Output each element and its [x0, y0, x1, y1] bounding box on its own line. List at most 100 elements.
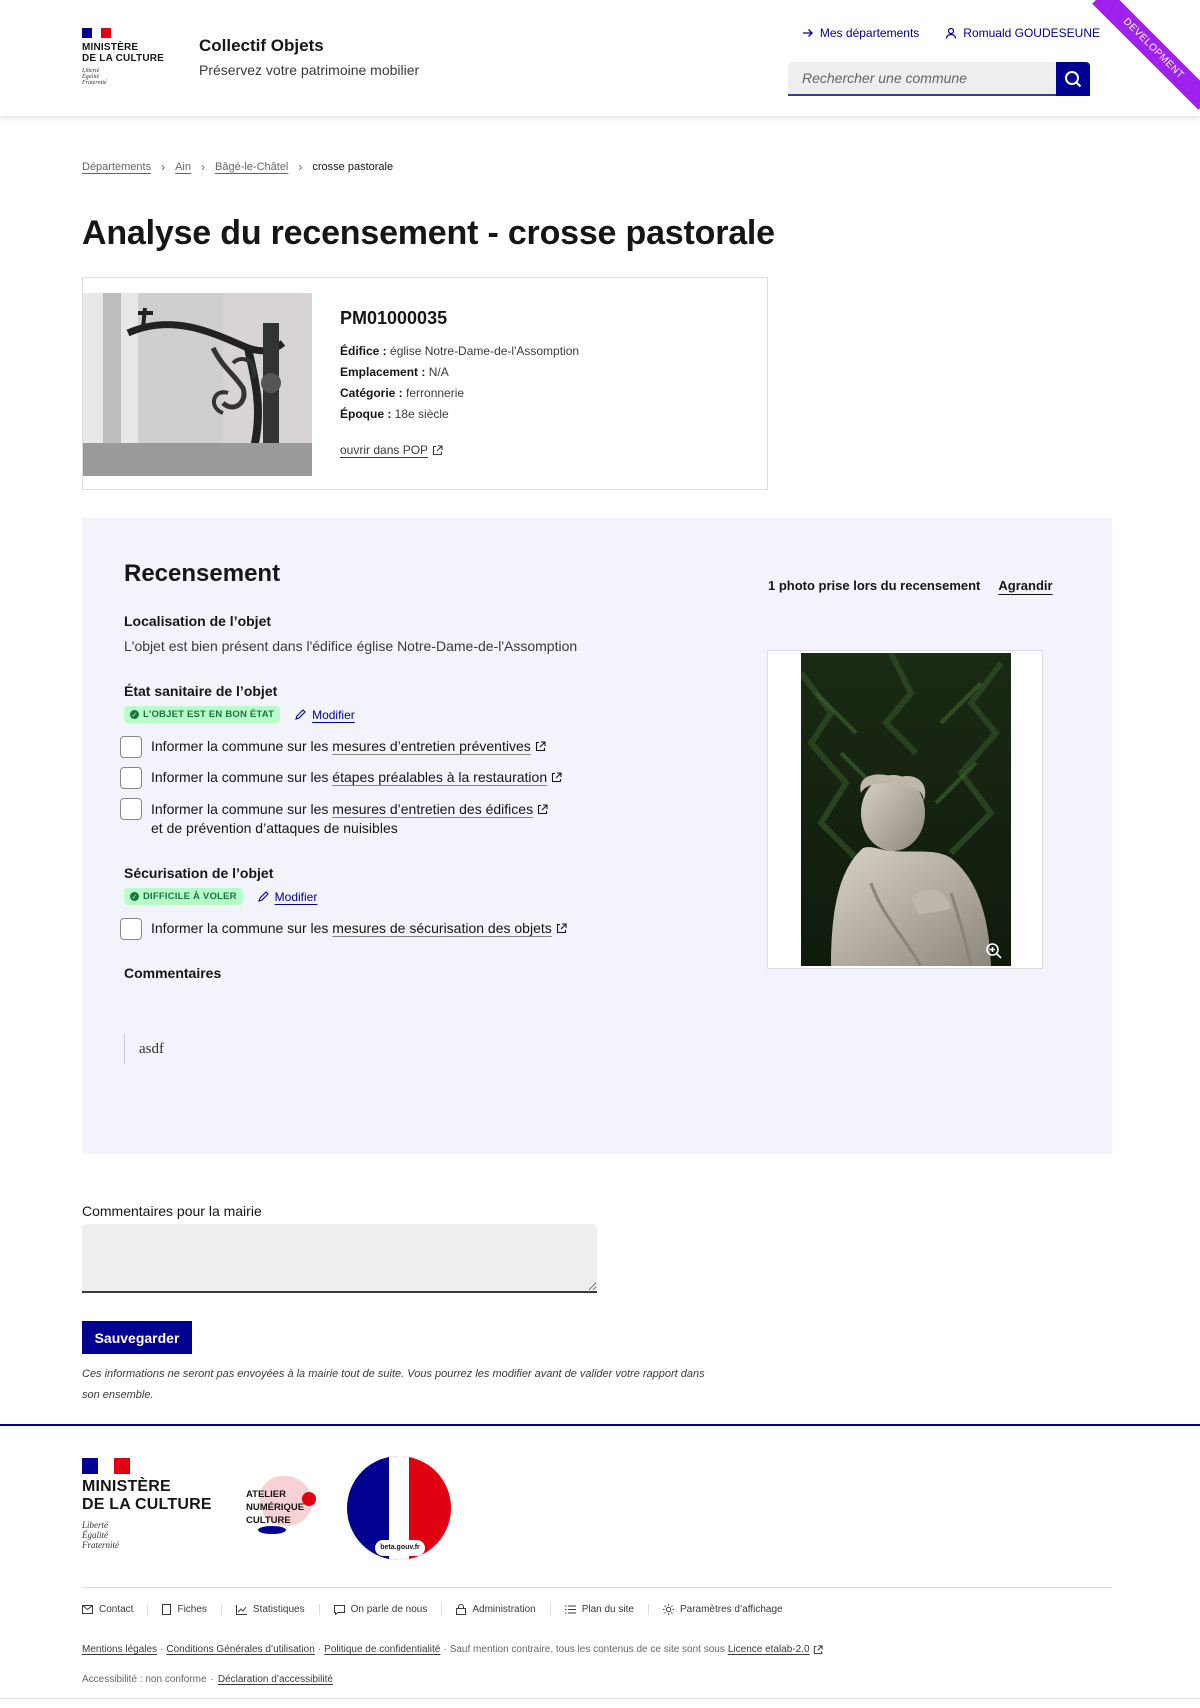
commentaires-label: Commentaires	[124, 965, 222, 981]
service-tagline: Préservez votre patrimoine mobilier	[199, 62, 420, 78]
footer-ministere-logo[interactable]: MINISTÈRE DE LA CULTURE Liberté Égalité …	[82, 1458, 212, 1550]
service-title[interactable]: Collectif Objets	[199, 36, 324, 56]
licence-link[interactable]: Licence etalab-2.0	[728, 1644, 810, 1655]
arrow-right-icon	[802, 29, 813, 37]
agrandir-button[interactable]: Agrandir	[998, 578, 1052, 593]
check-circle-icon: ✓	[130, 710, 139, 719]
categorie-label: Catégorie :	[340, 386, 403, 400]
footer-link-plan-du-site[interactable]: Plan du site	[549, 1604, 648, 1615]
footer-link-administration[interactable]: Administration	[441, 1604, 549, 1615]
footer-link-label: Plan du site	[581, 1604, 634, 1615]
localisation-label: Localisation de l’objet	[124, 613, 272, 629]
inform-prefix: Informer la commune sur les	[151, 738, 329, 754]
chevron-right-icon: ›	[298, 160, 303, 174]
epoque-label: Époque :	[340, 407, 392, 421]
footer-logo-title-line1: MINISTÈRE	[82, 1478, 171, 1495]
legal-separator: ·	[443, 1644, 447, 1655]
chat-icon	[333, 1604, 345, 1615]
etat-badge-label: L'objet est en bon état	[143, 709, 275, 720]
footer-link-fiches[interactable]: Fiches	[147, 1604, 220, 1615]
beta-gouv-logo[interactable]: beta.gouv.fr	[347, 1456, 451, 1560]
object-photo[interactable]	[83, 293, 312, 476]
breadcrumb-departements[interactable]: Départements	[82, 161, 151, 173]
emplacement-label: Emplacement :	[340, 365, 426, 379]
edifice-value: église Notre-Dame-de-l'Assomption	[390, 344, 580, 358]
recensement-panel: Recensement Localisation de l’objet L'ob…	[82, 518, 1112, 1154]
securisation-objets-link-text: mesures de sécurisation des objets	[332, 920, 552, 936]
save-button[interactable]: Sauvegarder	[82, 1321, 192, 1354]
atelier-dot-decoration	[302, 1492, 316, 1506]
checkbox-edifices[interactable]	[120, 798, 142, 820]
footer-link-contact[interactable]: Contact	[82, 1604, 147, 1615]
etapes-restauration-link[interactable]: étapes préalables à la restauration	[332, 769, 562, 785]
logo-title-line2: DE LA CULTURE	[82, 53, 165, 64]
checkbox-securisation[interactable]	[120, 918, 142, 940]
marianne-flag-icon	[82, 28, 112, 38]
footer-link-on-parle-de-nous[interactable]: On parle de nous	[318, 1604, 442, 1615]
footer-legal: Mentions légales · Conditions Générales d…	[82, 1644, 823, 1655]
legal-separator: ·	[317, 1644, 322, 1655]
legal-text: Sauf mention contraire, tous les contenu…	[449, 1644, 725, 1655]
footer-logo-title-line2: DE LA CULTURE	[82, 1496, 212, 1513]
checkbox-row-restauration: Informer la commune sur les étapes préal…	[120, 767, 562, 789]
footer-link-label: Contact	[99, 1604, 134, 1615]
checkbox-row-edifices: Informer la commune sur les mesures d’en…	[120, 798, 548, 838]
legal-privacy-link[interactable]: Politique de confidentialité	[324, 1644, 440, 1655]
checkbox-edifices-suffix: et de prévention d’attaques de nuisibles	[151, 820, 398, 836]
search-button[interactable]	[1056, 62, 1090, 96]
modifier-securisation-link[interactable]: Modifier	[257, 890, 317, 904]
footer-link-parametres-affichage[interactable]: Paramètres d’affichage	[647, 1604, 797, 1615]
list-icon	[564, 1605, 576, 1614]
external-link-icon	[813, 1644, 823, 1654]
open-in-pop-link[interactable]: ouvrir dans POP	[340, 443, 443, 457]
mes-departements-link[interactable]: Mes départements	[802, 26, 919, 40]
commentaire-quote: asdf	[124, 1034, 164, 1064]
entretien-preventif-link-text: mesures d’entretien préventives	[332, 738, 531, 754]
check-circle-icon: ✓	[130, 892, 139, 901]
recensement-photo-frame	[767, 650, 1043, 969]
motto-egalite: Égalité	[82, 1530, 108, 1540]
ministere-logo[interactable]: MINISTÈRE DE LA CULTURE Liberté Égalité …	[82, 28, 172, 86]
atelier-numerique-logo[interactable]: ATELIER NUMÉRIQUE CULTURE	[246, 1476, 326, 1546]
footer-link-label: Paramètres d’affichage	[679, 1604, 783, 1615]
checkbox-entretien-label: Informer la commune sur les mesures d’en…	[151, 738, 546, 754]
quick-access: Mes départements Romuald GOUDESEUNE	[802, 26, 1100, 40]
footer-link-statistiques[interactable]: Statistiques	[220, 1604, 319, 1615]
save-note: Ces informations ne seront pas envoyées …	[82, 1368, 705, 1401]
object-photo-image	[83, 293, 312, 476]
user-account-link[interactable]: Romuald GOUDESEUNE	[945, 26, 1100, 40]
breadcrumb-commune[interactable]: Bâgé-le-Châtel	[215, 161, 288, 173]
mes-departements-label: Mes départements	[819, 26, 920, 40]
page-bottom-divider	[0, 1698, 1200, 1699]
accessibility-declaration-link[interactable]: Déclaration d’accessibilité	[218, 1674, 333, 1685]
legal-mentions-link[interactable]: Mentions légales	[82, 1644, 157, 1655]
atelier-line3: CULTURE	[246, 1515, 291, 1526]
recensement-photo[interactable]	[801, 653, 1011, 966]
mairie-comment-textarea[interactable]	[82, 1224, 597, 1293]
securisation-row: ✓ Difficile à voler Modifier	[124, 888, 317, 905]
securisation-objets-link[interactable]: mesures de sécurisation des objets	[332, 920, 567, 936]
mairie-comment-label: Commentaires pour la mairie	[82, 1203, 262, 1219]
legal-cgu-link[interactable]: Conditions Générales d’utilisation	[166, 1644, 314, 1655]
site-footer: MINISTÈRE DE LA CULTURE Liberté Égalité …	[0, 1424, 1200, 1708]
atelier-line1: ATELIER	[246, 1489, 286, 1500]
mail-icon	[82, 1605, 93, 1614]
footer-link-label: Statistiques	[252, 1604, 305, 1615]
breadcrumb-ain[interactable]: Ain	[175, 161, 191, 173]
checkbox-entretien[interactable]	[120, 736, 142, 758]
checkbox-restauration[interactable]	[120, 767, 142, 789]
breadcrumb: Départements › Ain › Bâgé-le-Châtel › cr…	[82, 160, 393, 174]
photo-caption: 1 photo prise lors du recensement Agrand…	[768, 578, 1053, 593]
checkbox-securisation-label: Informer la commune sur les mesures de s…	[151, 920, 567, 936]
breadcrumb-current: crosse pastorale	[312, 161, 394, 173]
entretien-edifices-link[interactable]: mesures d’entretien des édifices	[332, 801, 548, 817]
modifier-etat-link[interactable]: Modifier	[294, 708, 355, 722]
entretien-preventif-link[interactable]: mesures d’entretien préventives	[332, 738, 546, 754]
inform-prefix: Informer la commune sur les	[151, 769, 329, 785]
beta-gouv-label: beta.gouv.fr	[375, 1540, 425, 1556]
footer-links: Contact Fiches Statistiques On parle de …	[82, 1604, 797, 1615]
zoom-in-icon[interactable]	[985, 942, 1003, 960]
open-in-pop-label: ouvrir dans POP	[340, 443, 429, 457]
etat-row: ✓ L'objet est en bon état Modifier	[124, 706, 355, 723]
search-input[interactable]	[788, 62, 1056, 96]
